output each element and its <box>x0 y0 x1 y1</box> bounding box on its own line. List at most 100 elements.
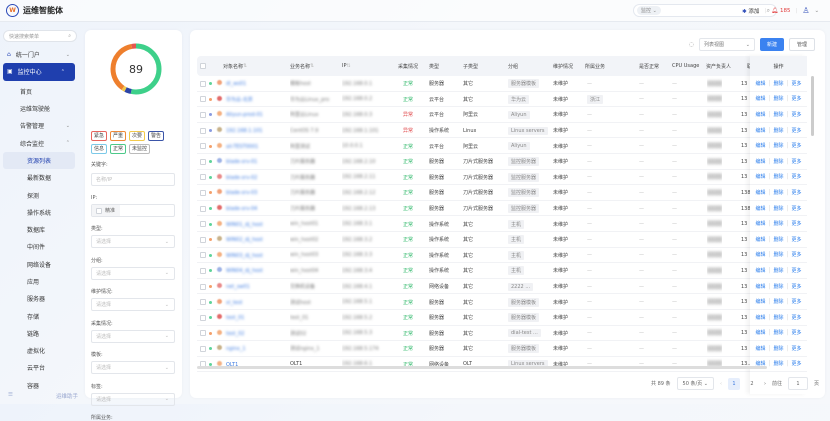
ip-input[interactable]: 精准 <box>91 204 175 217</box>
user-icon[interactable]: ♙ <box>802 6 809 15</box>
more-link[interactable]: 更多 <box>792 189 802 196</box>
prev-page-button[interactable]: ‹ <box>720 381 722 387</box>
table-row[interactable]: WIN03_dj_host win_host03 192.168.3.3 正常 操作系统… <box>197 248 775 264</box>
delete-link[interactable]: 删除 <box>773 314 783 321</box>
add-button[interactable]: ✱ 添加 <box>742 7 759 15</box>
sidebar-item[interactable]: 存储 <box>0 307 80 324</box>
table-row[interactable]: dl_ws01 模板host 192.168.0.1 正常 服务器 其它 服务器模板 未维护 —… <box>197 76 775 92</box>
row-checkbox[interactable] <box>200 111 206 118</box>
table-row[interactable]: ali-TEST0001 阿里测试 10.0.0.1 正常 云平台 阿里云 Aliyun 未维… <box>197 138 775 154</box>
view-select[interactable]: 列表视图 ⌄ <box>698 38 755 51</box>
edit-link[interactable]: 编辑 <box>755 142 765 149</box>
object-name-link[interactable]: dl_ws01 <box>209 80 246 87</box>
sidebar-item[interactable]: ⌂ 统一门户 ⌄ <box>0 46 80 63</box>
delete-link[interactable]: 删除 <box>773 236 783 243</box>
column-header[interactable] <box>200 56 206 76</box>
column-header[interactable]: 业务名称 ⇅ <box>290 56 314 76</box>
object-name-link[interactable]: 192.168.1.101 <box>209 127 263 134</box>
sidebar-item[interactable]: 告警管理 ⌄ <box>0 117 80 134</box>
more-link[interactable]: 更多 <box>792 173 802 180</box>
select-all-checkbox[interactable] <box>200 63 206 69</box>
row-checkbox[interactable] <box>200 205 206 212</box>
goto-page-input[interactable]: 1 <box>787 377 808 390</box>
filter-select[interactable]: 请选择 ⌄ <box>91 266 175 280</box>
sidebar-item[interactable]: 网络设备 <box>0 256 80 273</box>
severity-tag[interactable]: 正常 <box>110 144 127 154</box>
severity-tag[interactable]: 紧急 <box>91 131 108 141</box>
delete-link[interactable]: 删除 <box>773 158 783 165</box>
edit-link[interactable]: 编辑 <box>755 314 765 321</box>
object-name-link[interactable]: ali-TEST0001 <box>209 142 258 150</box>
column-header[interactable]: 是否正常 <box>639 56 659 76</box>
row-checkbox[interactable] <box>200 80 206 87</box>
table-row[interactable]: WIN02_dj_host win_host02 192.168.3.2 正常 操作系统… <box>197 232 775 248</box>
table-row[interactable]: net_sw01 交换机设备 192.168.4.1 正常 网络设备 其它 2222 ...… <box>197 279 775 295</box>
table-row[interactable]: test_02 测试02 192.168.5.3 正常 服务器 其它 dial-test .… <box>197 326 775 342</box>
more-link[interactable]: 更多 <box>792 298 802 305</box>
refresh-icon[interactable]: ◌ <box>689 41 694 48</box>
page-size-select[interactable]: 50 条/页 ⌄ <box>676 377 714 390</box>
row-checkbox[interactable] <box>200 330 206 337</box>
object-name-link[interactable]: blade-srv-02 <box>209 173 257 181</box>
more-link[interactable]: 更多 <box>792 345 802 352</box>
object-name-link[interactable]: net_sw01 <box>209 283 250 290</box>
column-header[interactable]: 维护情况 <box>553 56 573 76</box>
severity-tag[interactable]: 未监控 <box>129 144 151 154</box>
table-row[interactable]: Aliyun-prod-01 阿里云Linux 192.168.0.3 异常 云平台 阿里… <box>197 107 775 123</box>
edit-link[interactable]: 编辑 <box>755 127 765 134</box>
menu-search-input[interactable]: 快速搜索菜单 ⌕ <box>3 30 77 42</box>
page-1[interactable]: 1 <box>727 377 740 390</box>
severity-tag[interactable]: 严重 <box>110 131 127 141</box>
severity-tag[interactable]: 信息 <box>91 144 108 154</box>
column-header[interactable]: 所属业务 <box>585 56 605 76</box>
sidebar-item[interactable]: 操作系统 <box>0 204 80 221</box>
sidebar-item[interactable]: 应用 <box>0 273 80 290</box>
more-link[interactable]: 更多 <box>792 251 802 258</box>
more-link[interactable]: 更多 <box>792 158 802 165</box>
table-row[interactable]: blade-srv-02 刀片服务器 192.168.2.11 正常 服务器 刀片式服务器… <box>197 170 775 186</box>
more-link[interactable]: 更多 <box>792 127 802 134</box>
sidebar-item[interactable]: 中间件 <box>0 238 80 255</box>
sidebar-item[interactable]: 最新数据 <box>0 169 80 186</box>
sidebar-item[interactable]: 首页 <box>0 83 80 100</box>
column-header[interactable]: 子类型 <box>463 56 478 76</box>
delete-link[interactable]: 删除 <box>773 111 783 118</box>
delete-link[interactable]: 删除 <box>773 220 783 227</box>
object-name-link[interactable]: 华为云-北京 <box>209 95 253 103</box>
edit-link[interactable]: 编辑 <box>755 329 765 336</box>
table-row[interactable]: blade-srv-03 刀片服务器 192.168.2.12 正常 服务器 刀片式服务器… <box>197 185 775 201</box>
edit-link[interactable]: 编辑 <box>755 111 765 118</box>
chevron-down-icon[interactable]: ⌄ <box>815 8 820 14</box>
delete-link[interactable]: 删除 <box>773 251 783 258</box>
more-link[interactable]: 更多 <box>792 205 802 212</box>
table-row[interactable]: 192.168.1.101 CentOS 7.9 192.168.1.101 异常 操作… <box>197 123 775 139</box>
more-link[interactable]: 更多 <box>792 111 802 118</box>
delete-link[interactable]: 删除 <box>773 173 783 180</box>
sidebar-item[interactable]: 资源列表 <box>3 151 75 170</box>
delete-link[interactable]: 删除 <box>773 345 783 352</box>
sidebar-item[interactable]: 服务器 <box>0 290 80 307</box>
row-checkbox[interactable] <box>200 174 206 181</box>
more-link[interactable]: 更多 <box>792 360 802 367</box>
object-name-link[interactable]: Aliyun-prod-01 <box>209 111 263 118</box>
vertical-scrollbar[interactable] <box>811 76 814 136</box>
horizontal-scrollbar[interactable] <box>197 366 767 369</box>
edit-link[interactable]: 编辑 <box>755 236 765 243</box>
sidebar-item[interactable]: 数据库 <box>0 221 80 238</box>
page-2[interactable]: 2 <box>746 378 758 390</box>
object-name-link[interactable]: nginx_1 <box>209 345 246 352</box>
more-link[interactable]: 更多 <box>792 80 802 87</box>
edit-link[interactable]: 编辑 <box>755 95 765 102</box>
column-header[interactable]: CPU Usage <box>672 56 700 76</box>
delete-link[interactable]: 删除 <box>773 283 783 290</box>
delete-link[interactable]: 删除 <box>773 127 783 134</box>
row-checkbox[interactable] <box>200 345 206 352</box>
assistant-link[interactable]: 运维助手 <box>56 392 78 400</box>
edit-link[interactable]: 编辑 <box>755 251 765 258</box>
new-button[interactable]: 新建 <box>759 38 784 51</box>
edit-link[interactable]: 编辑 <box>755 205 765 212</box>
manage-button[interactable]: 管理 <box>788 38 815 51</box>
edit-link[interactable]: 编辑 <box>755 283 765 290</box>
keyword-input[interactable]: 名称/IP <box>91 173 175 186</box>
more-link[interactable]: 更多 <box>792 329 802 336</box>
